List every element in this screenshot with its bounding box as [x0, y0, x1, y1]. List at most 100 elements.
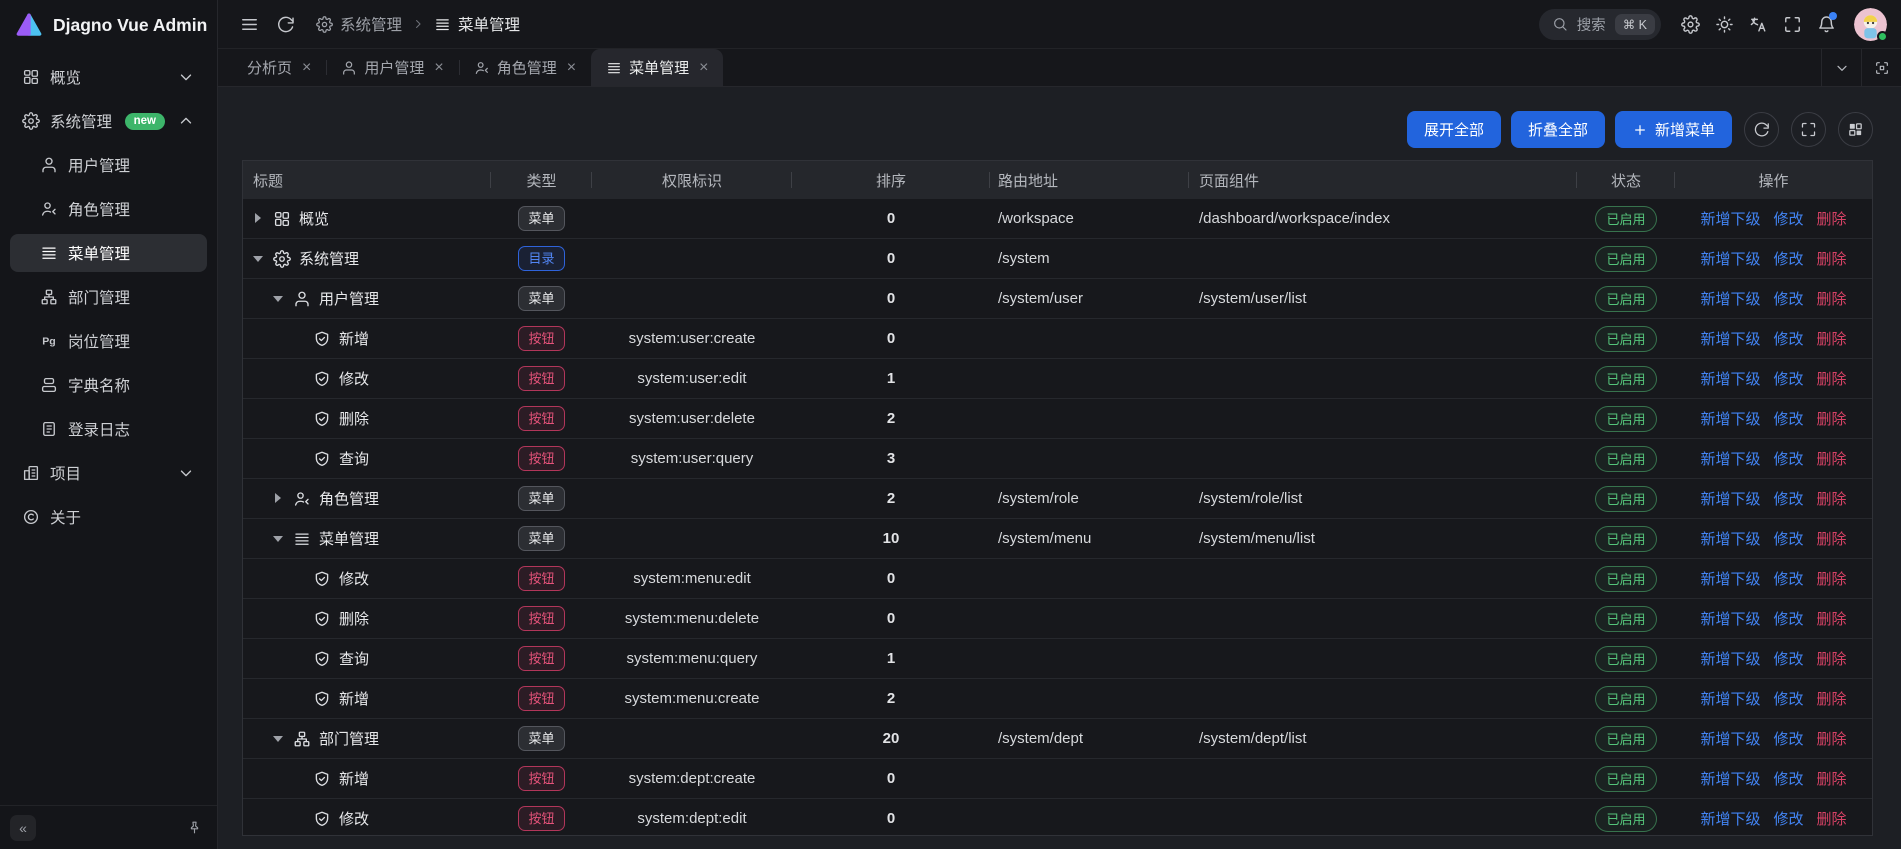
sidebar-item-dept[interactable]: 部门管理 — [10, 278, 207, 316]
action-add-child[interactable]: 新增下级 — [1700, 448, 1760, 469]
sidebar-item-overview[interactable]: 概览 — [10, 58, 207, 96]
tree-collapse-icon[interactable] — [273, 293, 284, 305]
content-maximize-button[interactable] — [1861, 49, 1901, 86]
notifications-button[interactable] — [1809, 7, 1843, 41]
action-edit[interactable]: 修改 — [1773, 688, 1803, 709]
tab-analytics[interactable]: 分析页× — [232, 49, 326, 86]
action-add-child[interactable]: 新增下级 — [1700, 368, 1760, 389]
breadcrumb-item[interactable]: 系统管理 — [316, 13, 402, 35]
search-input[interactable]: 搜索 ⌘ K — [1539, 9, 1661, 40]
tab-close-icon[interactable]: × — [434, 60, 443, 76]
action-add-child[interactable]: 新增下级 — [1700, 488, 1760, 509]
action-add-child[interactable]: 新增下级 — [1700, 328, 1760, 349]
action-add-child[interactable]: 新增下级 — [1700, 408, 1760, 429]
action-delete[interactable]: 删除 — [1817, 808, 1847, 829]
action-edit[interactable]: 修改 — [1773, 368, 1803, 389]
action-delete[interactable]: 删除 — [1817, 608, 1847, 629]
action-delete[interactable]: 删除 — [1817, 248, 1847, 269]
tree-collapse-icon[interactable] — [273, 733, 284, 745]
tab-close-icon[interactable]: × — [567, 60, 576, 76]
collapse-all-button[interactable]: 折叠全部 — [1511, 111, 1605, 148]
action-delete[interactable]: 删除 — [1817, 328, 1847, 349]
action-edit[interactable]: 修改 — [1773, 728, 1803, 749]
table-fullscreen-button[interactable] — [1791, 112, 1826, 147]
tree-collapse-icon[interactable] — [253, 253, 264, 265]
tab-menu[interactable]: 菜单管理× — [591, 49, 723, 86]
sidebar-item-about[interactable]: 关于 — [10, 498, 207, 536]
action-delete[interactable]: 删除 — [1817, 768, 1847, 789]
action-delete[interactable]: 删除 — [1817, 408, 1847, 429]
tree-expand-icon[interactable] — [273, 493, 284, 505]
action-add-child[interactable]: 新增下级 — [1700, 608, 1760, 629]
tabs-dropdown-button[interactable] — [1821, 49, 1861, 86]
cell-perm: system:user:edit — [592, 359, 792, 398]
page-refresh-button[interactable] — [268, 7, 302, 41]
sidebar-item-dict[interactable]: 字典名称 — [10, 366, 207, 404]
tab-close-icon[interactable]: × — [699, 60, 708, 76]
action-edit[interactable]: 修改 — [1773, 408, 1803, 429]
tab-close-icon[interactable]: × — [302, 60, 311, 76]
action-delete[interactable]: 删除 — [1817, 368, 1847, 389]
sidebar-item-user[interactable]: 用户管理 — [10, 146, 207, 184]
sidebar-item-role[interactable]: 角色管理 — [10, 190, 207, 228]
logo[interactable]: Djagno Vue Admin — [0, 0, 217, 50]
action-edit[interactable]: 修改 — [1773, 568, 1803, 589]
action-edit[interactable]: 修改 — [1773, 808, 1803, 829]
action-delete[interactable]: 删除 — [1817, 208, 1847, 229]
fullscreen-button[interactable] — [1775, 7, 1809, 41]
breadcrumb-item[interactable]: 菜单管理 — [434, 13, 520, 35]
sidebar-item-log[interactable]: 登录日志 — [10, 410, 207, 448]
language-button[interactable] — [1741, 7, 1775, 41]
status-badge: 已启用 — [1595, 686, 1656, 712]
action-delete[interactable]: 删除 — [1817, 288, 1847, 309]
expand-all-button[interactable]: 展开全部 — [1407, 111, 1501, 148]
action-edit[interactable]: 修改 — [1773, 248, 1803, 269]
action-add-child[interactable]: 新增下级 — [1700, 648, 1760, 669]
action-edit[interactable]: 修改 — [1773, 488, 1803, 509]
action-delete[interactable]: 删除 — [1817, 728, 1847, 749]
tab-role[interactable]: 角色管理× — [459, 49, 591, 86]
sidebar-collapse-button[interactable]: « — [10, 815, 36, 841]
action-edit[interactable]: 修改 — [1773, 288, 1803, 309]
tab-user[interactable]: 用户管理× — [326, 49, 458, 86]
settings-button[interactable] — [1673, 7, 1707, 41]
action-add-child[interactable]: 新增下级 — [1700, 728, 1760, 749]
action-edit[interactable]: 修改 — [1773, 608, 1803, 629]
sidebar-item-post[interactable]: Pg岗位管理 — [10, 322, 207, 360]
action-add-child[interactable]: 新增下级 — [1700, 248, 1760, 269]
action-delete[interactable]: 删除 — [1817, 528, 1847, 549]
action-add-child[interactable]: 新增下级 — [1700, 768, 1760, 789]
action-edit[interactable]: 修改 — [1773, 208, 1803, 229]
sidebar-item-project[interactable]: 项目 — [10, 454, 207, 492]
action-delete[interactable]: 删除 — [1817, 448, 1847, 469]
table-row: 新增按钮system:dept:create0已启用新增下级修改删除 — [243, 759, 1872, 799]
action-delete[interactable]: 删除 — [1817, 568, 1847, 589]
sidebar-item-menu[interactable]: 菜单管理 — [10, 234, 207, 272]
action-edit[interactable]: 修改 — [1773, 648, 1803, 669]
action-add-child[interactable]: 新增下级 — [1700, 688, 1760, 709]
action-add-child[interactable]: 新增下级 — [1700, 808, 1760, 829]
tree-expand-icon[interactable] — [253, 213, 264, 225]
cell-title: 删除 — [243, 399, 491, 438]
add-menu-button[interactable]: 新增菜单 — [1615, 111, 1732, 148]
action-delete[interactable]: 删除 — [1817, 488, 1847, 509]
action-add-child[interactable]: 新增下级 — [1700, 208, 1760, 229]
avatar[interactable] — [1854, 8, 1887, 41]
tree-collapse-icon[interactable] — [273, 533, 284, 545]
action-add-child[interactable]: 新增下级 — [1700, 568, 1760, 589]
sidebar-pin-button[interactable] — [181, 815, 207, 841]
action-delete[interactable]: 删除 — [1817, 648, 1847, 669]
table-refresh-button[interactable] — [1744, 112, 1779, 147]
table-columns-button[interactable] — [1838, 112, 1873, 147]
sidebar-toggle-button[interactable] — [232, 7, 266, 41]
sidebar-item-system[interactable]: 系统管理new — [10, 102, 207, 140]
theme-toggle-button[interactable] — [1707, 7, 1741, 41]
action-edit[interactable]: 修改 — [1773, 328, 1803, 349]
action-edit[interactable]: 修改 — [1773, 768, 1803, 789]
action-add-child[interactable]: 新增下级 — [1700, 288, 1760, 309]
action-edit[interactable]: 修改 — [1773, 528, 1803, 549]
row-title: 删除 — [339, 408, 369, 429]
action-add-child[interactable]: 新增下级 — [1700, 528, 1760, 549]
action-delete[interactable]: 删除 — [1817, 688, 1847, 709]
action-edit[interactable]: 修改 — [1773, 448, 1803, 469]
